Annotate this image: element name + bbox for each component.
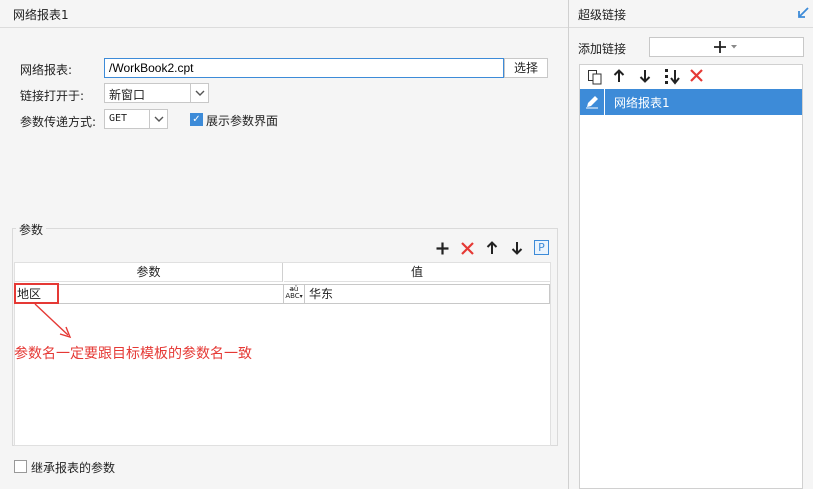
move-down-icon[interactable]	[509, 240, 525, 256]
open-in-value: 新窗口	[109, 88, 146, 102]
pass-method-value: GET	[109, 113, 128, 124]
panel-title: 网络报表1	[0, 0, 568, 28]
add-link-label: 添加链接	[578, 42, 627, 56]
type-selector-icon[interactable]: a̶ü ABC▾	[283, 284, 305, 304]
inherit-params-label: 继承报表的参数	[31, 461, 116, 475]
pass-method-select[interactable]: GET	[104, 109, 168, 129]
group-border-left	[12, 228, 16, 229]
add-icon[interactable]	[434, 240, 450, 256]
hyperlink-editor-panel: 网络报表1 网络报表: 选择 链接打开于: 新窗口 参数传递方式: GET ✓ …	[0, 0, 568, 489]
copy-icon[interactable]	[587, 69, 603, 85]
parameter-icon[interactable]: P	[534, 240, 549, 255]
report-path-input[interactable]	[104, 58, 504, 78]
column-header-param: 参数	[15, 263, 283, 282]
hyperlink-list-panel: 超级链接 添加链接 网络报表1	[569, 0, 813, 489]
show-params-checkbox[interactable]: ✓	[190, 113, 203, 126]
chevron-down-icon	[190, 84, 208, 102]
add-link-button[interactable]	[649, 37, 804, 57]
collapse-arrow-icon[interactable]	[796, 6, 810, 20]
open-in-label: 链接打开于:	[20, 89, 85, 103]
move-down-icon[interactable]	[639, 69, 655, 85]
hyperlink-list: 网络报表1	[579, 64, 803, 489]
move-up-icon[interactable]	[613, 69, 629, 85]
add-icon	[713, 41, 737, 53]
pass-method-label: 参数传递方式:	[20, 115, 97, 129]
delete-icon[interactable]	[690, 69, 706, 85]
group-border-right	[46, 228, 558, 229]
hyperlink-panel-title: 超级链接	[578, 8, 627, 22]
annotation-text: 参数名一定要跟目标模板的参数名一致	[14, 346, 252, 362]
delete-icon[interactable]	[459, 240, 475, 256]
sort-icon[interactable]	[664, 68, 682, 86]
param-value-cell[interactable]: 华东	[309, 284, 549, 304]
column-header-value: 值	[284, 263, 550, 282]
report-label: 网络报表:	[20, 63, 73, 77]
annotation-highlight-box	[14, 283, 59, 304]
inherit-params-checkbox[interactable]	[14, 460, 27, 473]
right-title-divider	[569, 27, 813, 28]
edit-icon[interactable]	[580, 89, 605, 115]
show-params-label: 展示参数界面	[206, 114, 279, 128]
annotation-arrow-icon	[34, 303, 72, 339]
params-group-title: 参数	[17, 221, 46, 238]
list-item[interactable]: 网络报表1	[580, 89, 802, 115]
chevron-down-icon	[149, 110, 167, 128]
open-in-select[interactable]: 新窗口	[104, 83, 209, 103]
list-item-label: 网络报表1	[614, 96, 670, 110]
choose-button[interactable]: 选择	[504, 58, 548, 78]
move-up-icon[interactable]	[484, 240, 500, 256]
